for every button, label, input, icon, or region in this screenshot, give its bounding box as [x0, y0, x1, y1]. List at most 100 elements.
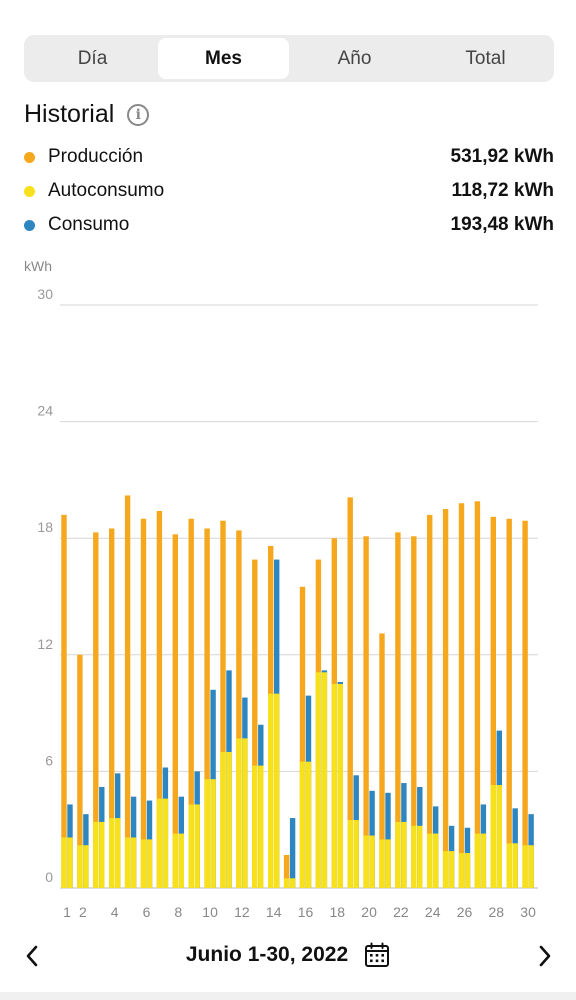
x-tick-label: 8 [174, 904, 182, 920]
consumo-autoconsumo-bar [369, 835, 375, 888]
consumo-autoconsumo-bar [194, 804, 200, 888]
y-tick-label: 12 [37, 636, 53, 652]
consumo-autoconsumo-bar [99, 821, 105, 888]
consumo-autoconsumo-bar [417, 825, 423, 888]
consumo-autoconsumo-bar [353, 819, 359, 888]
autoconsumo-bar [93, 821, 99, 888]
autoconsumo-bar [490, 785, 496, 888]
x-tick-label: 22 [393, 904, 409, 920]
legend-item-consumo: Consumo 193,48 kWh [24, 208, 554, 242]
autoconsumo-bar [395, 821, 401, 888]
legend-value: 531,92 kWh [450, 146, 555, 167]
consumo-autoconsumo-bar [433, 833, 439, 888]
x-tick-label: 30 [520, 904, 536, 920]
autoconsumo-bar [140, 839, 147, 888]
energy-bar-chart: kWh06121824301 2 4 6 8 10 12 14 16 18 20 22 24 26 28 30 [24, 258, 538, 920]
consumo-autoconsumo-bar [67, 837, 73, 888]
autoconsumo-bar [283, 878, 290, 888]
produccion-bar [427, 514, 433, 888]
consumo-autoconsumo-bar [305, 761, 312, 888]
consumo-autoconsumo-bar [448, 851, 455, 888]
calendar-icon[interactable] [364, 942, 390, 968]
y-tick-label: 0 [45, 869, 53, 885]
consumo-autoconsumo-bar [83, 845, 89, 888]
legend-label: Autoconsumo [48, 180, 165, 201]
autoconsumo-bar [331, 683, 337, 888]
consumo-autoconsumo-bar [130, 837, 137, 888]
produccion-bar [363, 536, 369, 888]
date-range-label: Junio 1-30, 2022 [185, 943, 349, 966]
x-tick-label: 26 [457, 904, 473, 920]
autoconsumo-bar [156, 798, 163, 888]
bottom-bar [0, 992, 576, 1000]
x-tick-label: 18 [330, 904, 346, 920]
consumo-autoconsumo-bar [146, 839, 153, 888]
legend: Producción 531,92 kWh Autoconsumo 118,72… [24, 140, 554, 242]
y-tick-label: 24 [37, 403, 53, 419]
legend-label: Consumo [48, 214, 130, 235]
autoconsumo-bar [204, 779, 210, 888]
consumo-autoconsumo-bar [464, 853, 471, 888]
x-tick-label: 6 [143, 904, 151, 920]
consumo-bar [289, 818, 296, 888]
autoconsumo-bar [347, 819, 353, 888]
produccion-bar [124, 495, 131, 888]
autoconsumo-bar [363, 835, 369, 888]
consumo-autoconsumo-bar [401, 821, 407, 888]
autoconsumo-bar [442, 851, 449, 888]
autoconsumo-bar [61, 837, 67, 888]
autoconsumo-bar [458, 853, 465, 888]
consumo-autoconsumo-bar [115, 818, 121, 888]
consumo-autoconsumo-bar [512, 843, 518, 888]
produccion-bar [458, 503, 465, 888]
y-tick-label: 30 [37, 286, 53, 302]
legend-value: 193,48 kWh [450, 214, 555, 235]
tab-ano[interactable]: Año [289, 38, 420, 79]
consumo-autoconsumo-bar [528, 845, 534, 888]
consumo-autoconsumo-bar [274, 693, 280, 888]
autoconsumo-bar [506, 843, 512, 888]
y-axis-label: kWh [24, 258, 52, 274]
consumo-autoconsumo-bar [258, 765, 264, 888]
consumo-autoconsumo-bar [178, 833, 184, 888]
tab-dia[interactable]: Día [27, 38, 158, 79]
produccion-bar [61, 514, 67, 888]
autoconsumo-bar [172, 833, 178, 888]
autoconsumo-dot-icon [24, 185, 35, 197]
tab-mes[interactable]: Mes [158, 38, 289, 79]
autoconsumo-bar [427, 833, 433, 888]
legend-item-autoconsumo: Autoconsumo 118,72 kWh [24, 174, 554, 208]
date-navigator: Junio 1-30, 2022 [0, 930, 576, 982]
consumo-autoconsumo-bar [210, 779, 216, 888]
consumo-autoconsumo-bar [496, 785, 502, 888]
autoconsumo-bar [474, 833, 481, 888]
y-tick-label: 6 [45, 752, 53, 768]
autoconsumo-bar [411, 825, 417, 888]
info-icon[interactable]: i [127, 103, 150, 126]
consumo-autoconsumo-bar [226, 751, 232, 888]
consumo-autoconsumo-bar [321, 672, 328, 888]
consumo-autoconsumo-bar [162, 798, 169, 888]
produccion-bar [522, 520, 528, 888]
autoconsumo-bar [77, 845, 83, 888]
autoconsumo-bar [268, 693, 274, 888]
autoconsumo-bar [315, 672, 322, 888]
autoconsumo-bar [188, 804, 194, 888]
legend-item-produccion: Producción 531,92 kWh [24, 140, 554, 174]
period-tabs: Día Mes Año Total [24, 35, 554, 82]
autoconsumo-bar [236, 738, 242, 888]
produccion-bar [474, 501, 481, 888]
autoconsumo-bar [252, 765, 258, 888]
consumo-autoconsumo-bar [242, 738, 248, 888]
autoconsumo-bar [379, 839, 385, 888]
tab-total[interactable]: Total [420, 38, 551, 79]
autoconsumo-bar [522, 845, 528, 888]
autoconsumo-bar [124, 837, 131, 888]
consumo-autoconsumo-bar [385, 839, 391, 888]
consumo-autoconsumo-bar [480, 833, 487, 888]
produccion-bar [140, 518, 147, 888]
x-tick-label: 24 [425, 904, 441, 920]
x-tick-label: 12 [234, 904, 250, 920]
chevron-right-icon[interactable] [530, 938, 560, 974]
consumo-autoconsumo-bar [289, 878, 296, 888]
